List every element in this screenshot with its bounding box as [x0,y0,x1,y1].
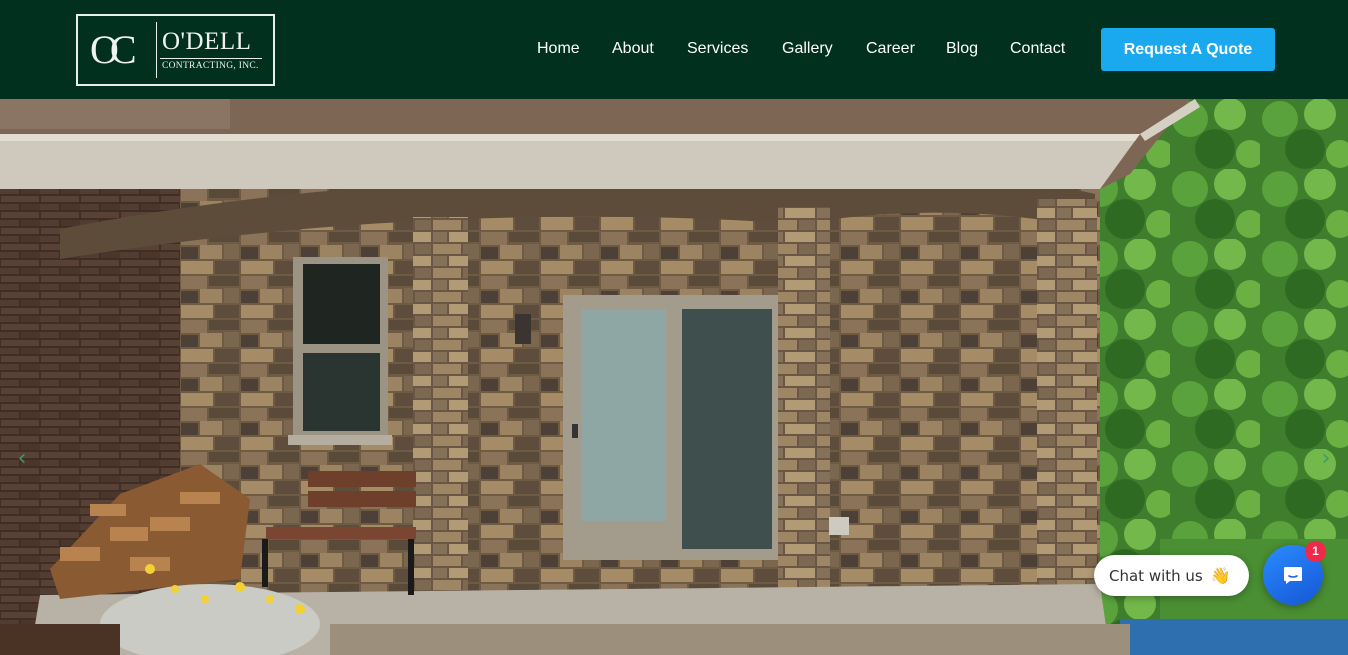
slider-prev-arrow-icon[interactable]: ‹ [12,448,32,470]
nav-link-contact[interactable]: Contact [1010,38,1065,60]
site-header: OC O'DELL CONTRACTING, INC. Home About S… [0,0,1348,99]
slider-next-arrow-icon[interactable]: › [1316,448,1336,470]
request-quote-button[interactable]: Request A Quote [1101,28,1275,71]
chat-prompt-bubble[interactable]: Chat with us 👋 [1094,555,1249,596]
logo-company-name: O'DELL [162,28,252,55]
logo-rule [160,58,262,59]
nav-link-about[interactable]: About [612,38,654,60]
nav-link-career[interactable]: Career [866,38,915,60]
chat-icon [1284,567,1302,584]
nav-link-gallery[interactable]: Gallery [782,38,833,60]
chat-prompt-label: Chat with us [1109,567,1203,585]
logo-divider [156,22,157,78]
nav-link-home[interactable]: Home [537,38,580,60]
logo-company-subtitle: CONTRACTING, INC. [162,61,259,71]
wave-icon: 👋 [1210,566,1231,585]
brand-logo[interactable]: OC O'DELL CONTRACTING, INC. [76,14,275,86]
logo-monogram: OC [90,27,136,72]
unread-count-badge: 1 [1305,541,1326,562]
nav-link-blog[interactable]: Blog [946,38,978,60]
nav-link-services[interactable]: Services [687,38,748,60]
